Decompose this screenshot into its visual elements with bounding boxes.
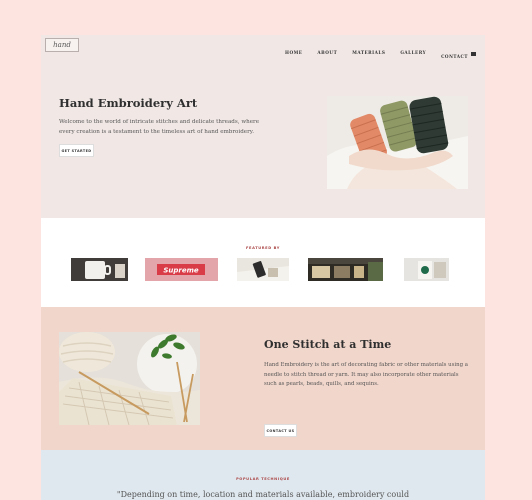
nav-gallery[interactable]: GALLERY bbox=[400, 50, 426, 55]
featured-label: FEATURED BY bbox=[246, 246, 280, 250]
featured-section: FEATURED BY Supreme bbox=[41, 218, 485, 307]
stitch-section: One Stitch at a Time Hand Embroidery is … bbox=[41, 307, 485, 450]
phone-logo[interactable] bbox=[237, 258, 289, 281]
nav-materials[interactable]: MATERIALS bbox=[352, 50, 385, 55]
starbucks-logo[interactable] bbox=[404, 258, 449, 281]
stitch-title: One Stitch at a Time bbox=[264, 338, 392, 351]
popular-section: POPULAR TECHNIQUE "Depending on time, lo… bbox=[41, 450, 485, 500]
nav-about[interactable]: ABOUT bbox=[317, 50, 337, 55]
popular-quote: "Depending on time, location and materia… bbox=[116, 490, 410, 499]
logo-text: hand bbox=[53, 41, 71, 49]
stitch-text: Hand Embroidery is the art of decorating… bbox=[264, 362, 468, 387]
hero-section: hand HOME ABOUT MATERIALS GALLERY CONTAC… bbox=[41, 35, 485, 218]
nav-contact[interactable]: CONTACT bbox=[441, 54, 468, 59]
nav-home[interactable]: HOME bbox=[285, 50, 302, 55]
hero-title: Hand Embroidery Art bbox=[59, 96, 198, 110]
supreme-logo[interactable]: Supreme bbox=[145, 258, 218, 281]
hero-text: Welcome to the world of intricate stitch… bbox=[59, 119, 260, 135]
get-started-button[interactable]: GET STARTED bbox=[59, 144, 94, 157]
contact-us-button[interactable]: CONTACT US bbox=[264, 424, 297, 437]
nav-contact-wrap[interactable]: CONTACT bbox=[441, 43, 476, 62]
mug-logo[interactable] bbox=[71, 258, 128, 281]
page: hand HOME ABOUT MATERIALS GALLERY CONTAC… bbox=[41, 35, 485, 500]
site-logo[interactable]: hand bbox=[45, 38, 79, 52]
storefront-logo[interactable] bbox=[308, 258, 383, 281]
supreme-text: Supreme bbox=[163, 267, 199, 275]
cart-icon[interactable] bbox=[471, 51, 476, 56]
popular-label: POPULAR TECHNIQUE bbox=[236, 477, 290, 481]
knitting-image bbox=[59, 332, 200, 425]
yarn-spools-image bbox=[327, 96, 468, 189]
main-nav: HOME ABOUT MATERIALS GALLERY CONTACT bbox=[285, 43, 476, 62]
